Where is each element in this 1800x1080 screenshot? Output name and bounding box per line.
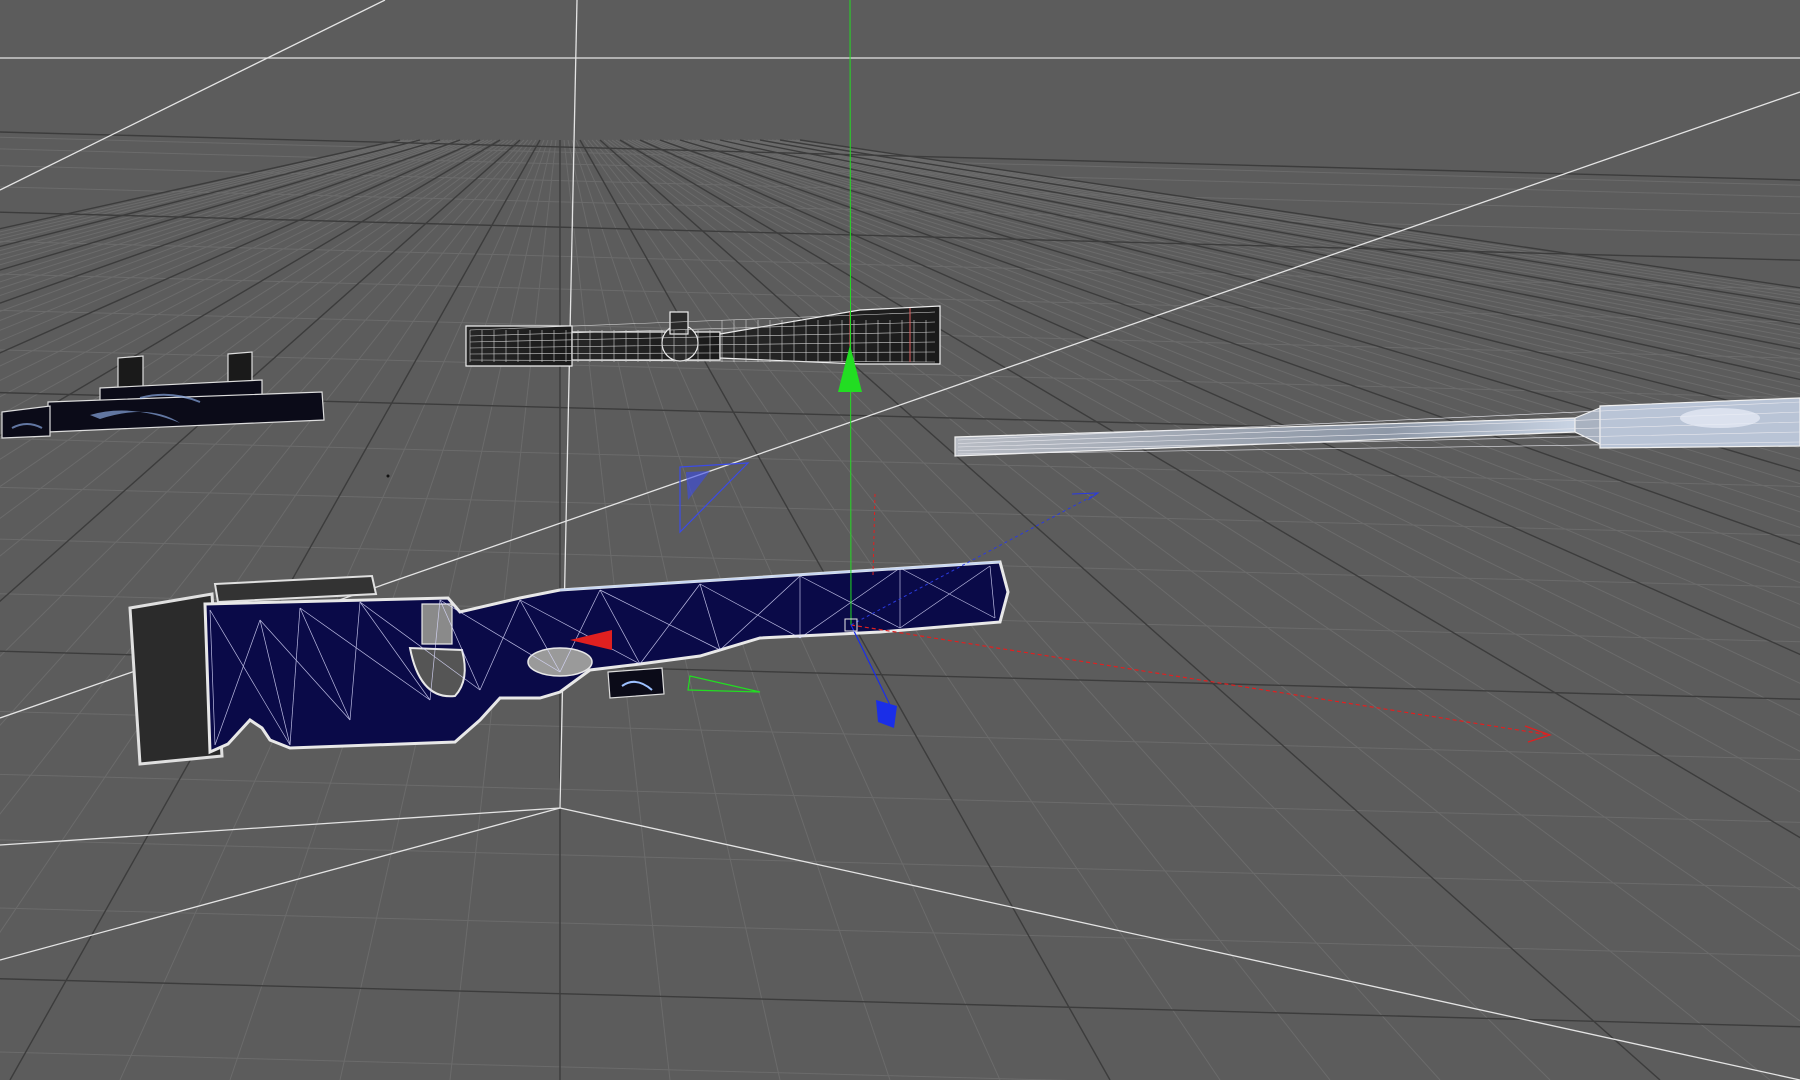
viewport-canvas[interactable] xyxy=(0,0,1800,1080)
3d-viewport[interactable] xyxy=(0,0,1800,1080)
viewport-background xyxy=(0,0,1800,1080)
viewport-dot xyxy=(386,474,390,478)
